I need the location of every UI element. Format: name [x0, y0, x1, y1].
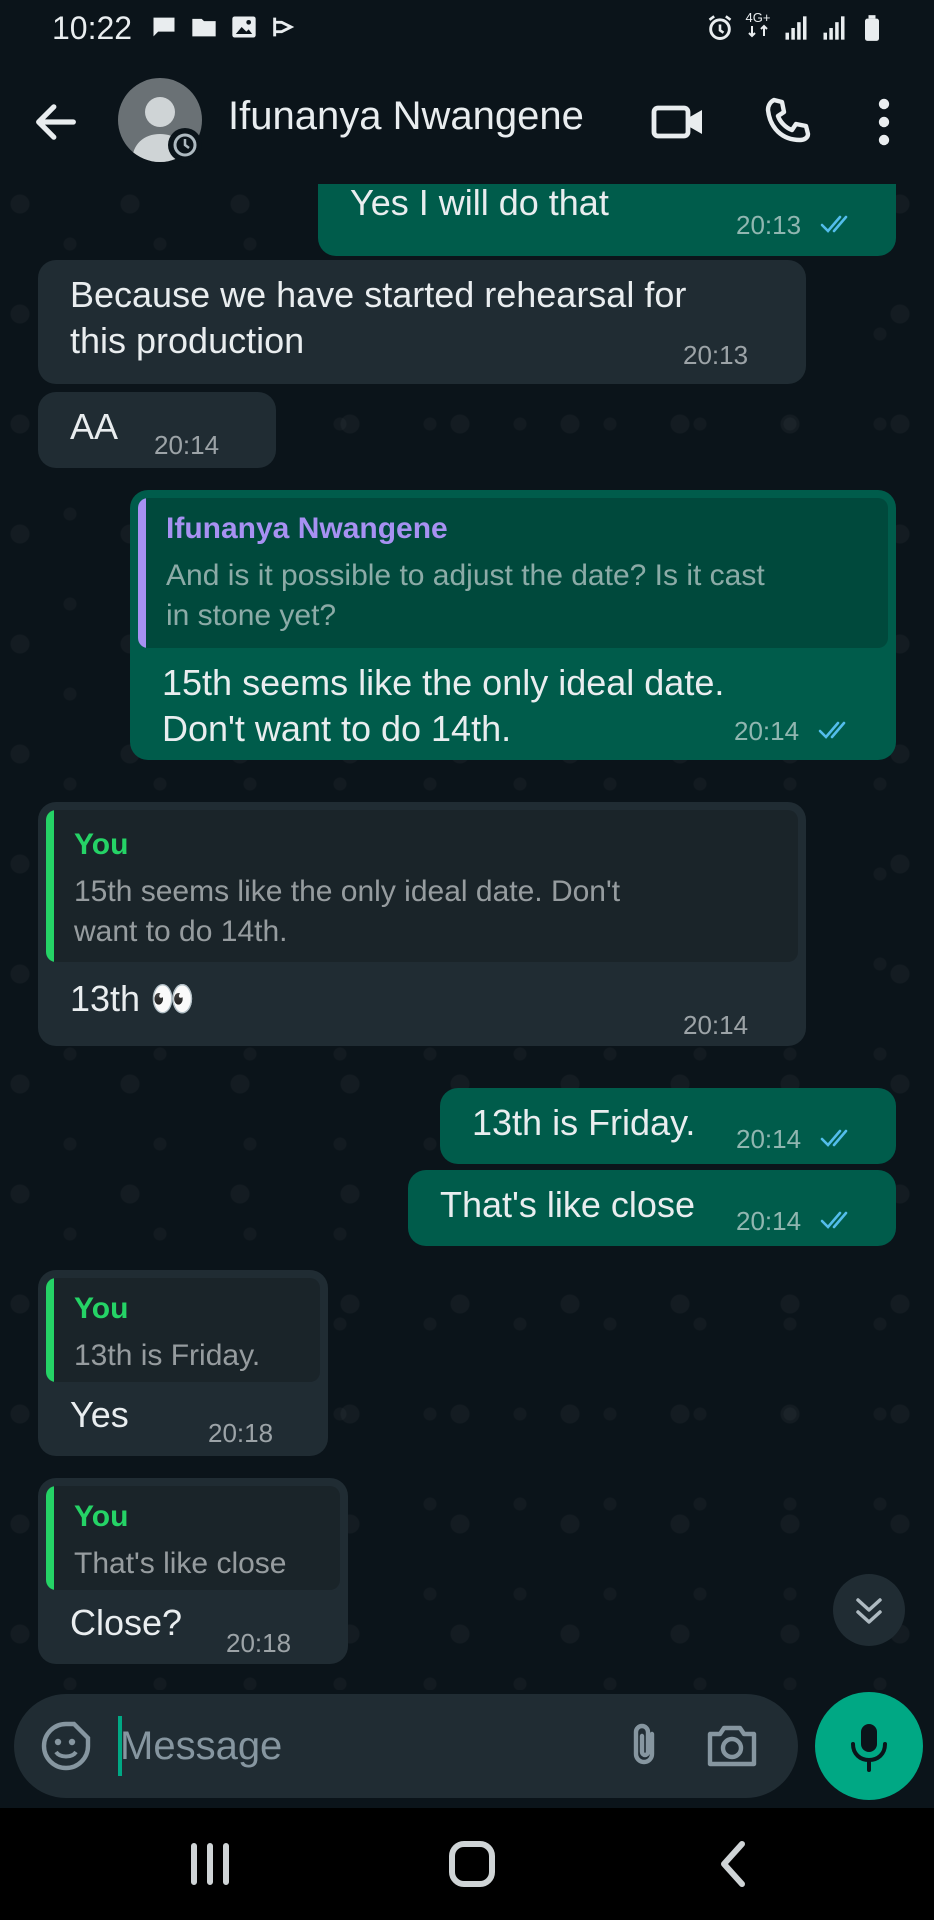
message-composer	[14, 1694, 798, 1798]
quoted-message[interactable]: You 13th is Friday.	[46, 1278, 320, 1382]
message-text: Yes	[70, 1394, 129, 1435]
message-text: Because we have started rehearsal for th…	[70, 274, 687, 361]
read-ticks-icon	[820, 1129, 848, 1147]
quoted-message[interactable]: You 15th seems like the only ideal date.…	[46, 810, 798, 962]
video-call-icon[interactable]	[650, 94, 706, 150]
emoji-sticker-icon[interactable]	[40, 1720, 92, 1772]
message-time: 20:14	[734, 716, 800, 746]
battery-icon	[865, 14, 879, 41]
message-text: AA	[70, 406, 119, 447]
cast-icon	[273, 17, 295, 37]
contact-name[interactable]: Ifunanya Nwangene	[228, 94, 584, 139]
quoted-message[interactable]: Ifunanya Nwangene And is it possible to …	[138, 498, 888, 648]
status-bar: 10:22 4G+	[0, 0, 934, 58]
back-arrow-icon[interactable]	[30, 96, 82, 148]
message-time: 20:14	[683, 1010, 749, 1040]
home-icon[interactable]	[442, 1838, 502, 1890]
quote-author: Ifunanya Nwangene	[166, 512, 448, 545]
quote-text: That's like close	[74, 1547, 287, 1580]
alarm-icon	[708, 14, 732, 40]
quoted-message[interactable]: You That's like close	[46, 1486, 340, 1590]
status-time: 10:22	[52, 10, 133, 46]
more-options-icon[interactable]	[856, 94, 912, 150]
message-icon	[153, 17, 175, 37]
message-input[interactable]	[120, 1716, 600, 1776]
quote-bar	[46, 1486, 54, 1590]
image-icon	[232, 16, 256, 38]
message-time: 20:14	[736, 1124, 802, 1154]
signal-icon	[823, 15, 845, 40]
quote-text: 15th seems like the only ideal date. Don…	[74, 875, 621, 948]
quote-text: And is it possible to adjust the date? I…	[166, 559, 765, 632]
read-ticks-icon	[820, 1211, 848, 1229]
voice-message-button[interactable]	[815, 1692, 923, 1800]
outgoing-reply-message[interactable]: Ifunanya Nwangene And is it possible to …	[130, 490, 896, 760]
incoming-message[interactable]: Because we have started rehearsal for th…	[38, 260, 806, 384]
read-ticks-icon	[818, 721, 846, 739]
chat-area[interactable]: Yes I will do that 20:13 Because we have…	[0, 184, 934, 1690]
message-time: 20:18	[208, 1418, 274, 1448]
quote-bar	[138, 498, 146, 648]
back-nav-icon[interactable]	[704, 1838, 764, 1890]
status-ring-icon	[168, 128, 202, 162]
incoming-reply-message[interactable]: You 13th is Friday. Yes 20:18	[38, 1270, 328, 1456]
incoming-reply-message[interactable]: You 15th seems like the only ideal date.…	[38, 802, 806, 1046]
quote-bar	[46, 1278, 54, 1382]
incoming-reply-message[interactable]: You That's like close Close? 20:18	[38, 1478, 348, 1664]
quote-author: You	[74, 1292, 129, 1325]
network-4g-icon: 4G+	[744, 10, 772, 43]
message-text: Close?	[70, 1602, 183, 1643]
outgoing-message[interactable]: Yes I will do that 20:13	[318, 184, 896, 256]
incoming-message[interactable]: AA 20:14	[38, 392, 276, 468]
mic-icon	[851, 1724, 887, 1772]
message-time: 20:14	[736, 1206, 802, 1236]
scroll-to-bottom-button[interactable]	[833, 1574, 905, 1646]
message-time: 20:13	[683, 340, 749, 370]
message-time: 20:14	[154, 430, 220, 460]
double-chevron-down-icon	[856, 1598, 882, 1624]
quote-author: You	[74, 828, 129, 861]
message-text: 15th seems like the only ideal date. Don…	[162, 662, 725, 749]
outgoing-message[interactable]: 13th is Friday. 20:14	[440, 1088, 896, 1164]
message-text: That's like close	[440, 1184, 695, 1225]
system-navigation-bar	[0, 1808, 934, 1920]
recents-icon[interactable]	[180, 1838, 240, 1890]
message-text: 13th 👀	[70, 978, 195, 1019]
network-label: 4G+	[745, 10, 771, 25]
read-ticks-icon	[820, 215, 848, 233]
quote-bar	[46, 810, 54, 962]
message-text: 13th is Friday.	[472, 1102, 696, 1143]
camera-icon[interactable]	[704, 1720, 760, 1772]
voice-call-icon[interactable]	[760, 94, 816, 150]
message-text: Yes I will do that	[350, 184, 609, 223]
message-time: 20:13	[736, 210, 802, 240]
chat-header: Ifunanya Nwangene	[0, 58, 934, 184]
message-time: 20:18	[226, 1628, 292, 1658]
quote-author: You	[74, 1500, 129, 1533]
folder-icon	[192, 18, 216, 37]
signal-icon	[785, 15, 807, 40]
attach-icon[interactable]	[618, 1720, 670, 1772]
outgoing-message[interactable]: That's like close 20:14	[408, 1170, 896, 1246]
quote-text: 13th is Friday.	[74, 1339, 261, 1372]
